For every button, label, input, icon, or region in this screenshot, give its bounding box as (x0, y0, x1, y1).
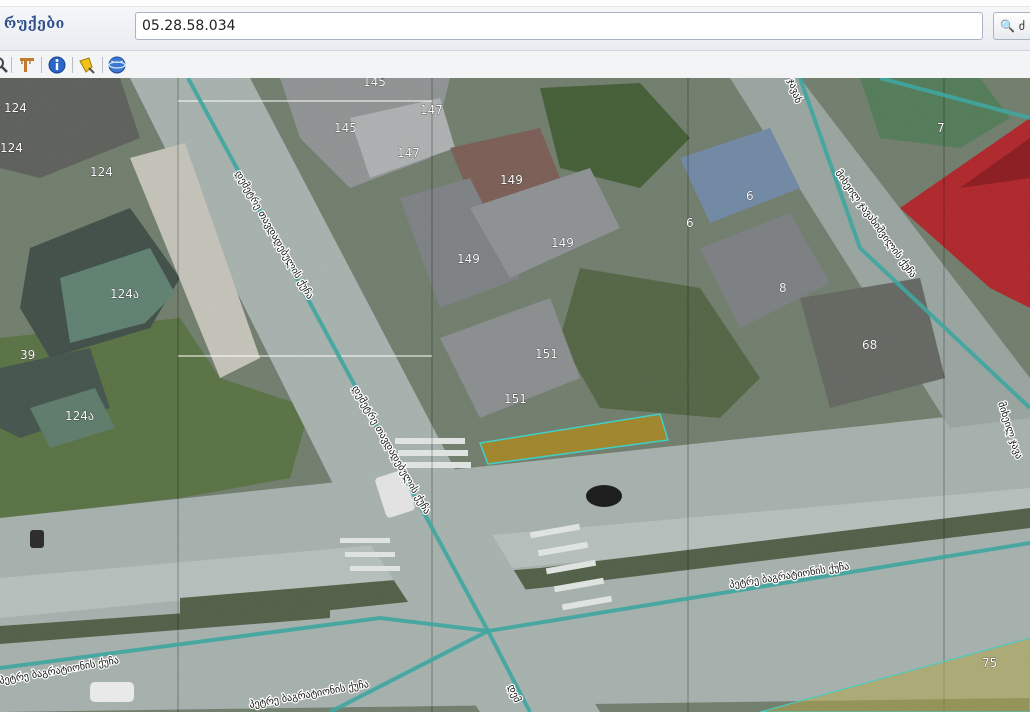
parcel-label: 124 (0, 141, 23, 155)
parcel-label: 8 (779, 281, 787, 295)
parcel-label: 149 (551, 236, 574, 250)
parcel-label: 149 (500, 173, 523, 187)
parcel-label: 147 (397, 146, 420, 160)
search-button-label: ძ (1018, 19, 1026, 33)
top-trim (0, 0, 1030, 7)
parcel-label: 68 (862, 338, 877, 352)
parcel-label: 7 (937, 121, 945, 135)
toolbar-separator (11, 57, 12, 73)
search-icon: 🔍 (1000, 19, 1015, 33)
highlight-icon[interactable] (77, 55, 97, 75)
parcel-label: 124 (90, 165, 113, 179)
parcel-label: 145 (334, 121, 357, 135)
toolbar-separator (72, 57, 73, 73)
toolbar (0, 51, 1030, 79)
toolbar-separator (102, 57, 103, 73)
search-input[interactable] (135, 12, 983, 40)
parcel-label: 151 (535, 347, 558, 361)
toolbar-separator (41, 57, 42, 73)
parcel-label: 147 (420, 103, 443, 117)
measure-icon[interactable] (17, 55, 37, 75)
top-bar: რუქები 🔍 ძ (0, 0, 1030, 51)
zoom-icon[interactable] (0, 55, 10, 75)
parcel-label: 124ა (65, 409, 94, 423)
map-view[interactable]: დემეტრე თავდადებულის ქუჩა დემეტრე თავდად… (0, 78, 1030, 712)
parcel-label: 75 (982, 656, 997, 670)
parcel-label: 124ა (110, 287, 139, 301)
info-icon[interactable] (47, 55, 67, 75)
search-button[interactable]: 🔍 ძ (993, 12, 1030, 40)
parcel-label: 6 (686, 216, 694, 230)
parcel-label: 124 (4, 101, 27, 115)
globe-icon[interactable] (107, 55, 127, 75)
app-title[interactable]: რუქები (4, 16, 65, 32)
parcel-label: 149 (457, 252, 480, 266)
parcel-label: 6 (746, 189, 754, 203)
parcel-label: 151 (504, 392, 527, 406)
parcel-label: 145 (363, 78, 386, 89)
parcel-label: 39 (20, 348, 35, 362)
